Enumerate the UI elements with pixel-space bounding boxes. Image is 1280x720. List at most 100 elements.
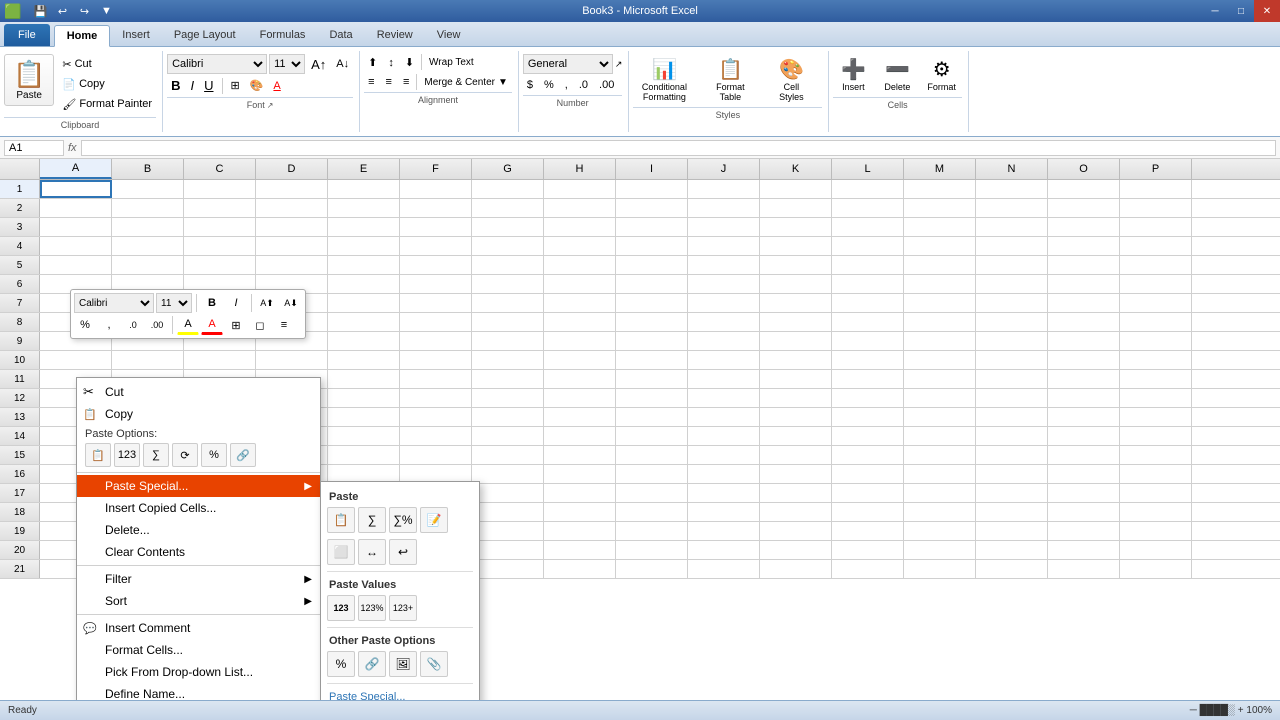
- grid-cell[interactable]: [760, 427, 832, 445]
- mini-align-button[interactable]: ≡: [273, 315, 295, 335]
- context-pick-dropdown[interactable]: Pick From Drop-down List...: [77, 661, 320, 683]
- grid-cell[interactable]: [472, 503, 544, 521]
- grid-cell[interactable]: [256, 199, 328, 217]
- grid-cell[interactable]: [832, 351, 904, 369]
- grid-cell[interactable]: [328, 427, 400, 445]
- grid-cell[interactable]: [1120, 446, 1192, 464]
- grid-cell[interactable]: [1120, 389, 1192, 407]
- grid-cell[interactable]: [1048, 180, 1120, 198]
- paste-opt-5[interactable]: %: [201, 443, 227, 467]
- grid-cell[interactable]: [1048, 389, 1120, 407]
- grid-cell[interactable]: [688, 560, 760, 578]
- grid-cell[interactable]: [400, 199, 472, 217]
- grid-cell[interactable]: [760, 389, 832, 407]
- conditional-formatting-button[interactable]: 📊 Conditional Formatting: [633, 54, 695, 105]
- grid-cell[interactable]: [472, 218, 544, 236]
- grid-cell[interactable]: [1048, 503, 1120, 521]
- grid-cell[interactable]: [976, 465, 1048, 483]
- grid-cell[interactable]: [472, 351, 544, 369]
- col-header-l[interactable]: L: [832, 159, 904, 179]
- grid-cell[interactable]: [904, 351, 976, 369]
- paste-opt-6[interactable]: 🔗: [230, 443, 256, 467]
- grid-cell[interactable]: [1048, 351, 1120, 369]
- decrease-decimal-button[interactable]: .00: [595, 77, 618, 93]
- grid-cell[interactable]: [400, 446, 472, 464]
- tab-view[interactable]: View: [425, 24, 473, 46]
- grid-cell[interactable]: [976, 180, 1048, 198]
- grid-cell[interactable]: [400, 256, 472, 274]
- grid-cell[interactable]: [760, 522, 832, 540]
- grid-cell[interactable]: [400, 294, 472, 312]
- grid-cell[interactable]: [1048, 332, 1120, 350]
- grid-cell[interactable]: [976, 351, 1048, 369]
- accounting-button[interactable]: $: [523, 77, 537, 93]
- row-header-3[interactable]: 3: [0, 218, 40, 236]
- grid-cell[interactable]: [616, 503, 688, 521]
- grid-cell[interactable]: [688, 199, 760, 217]
- paste-val-3[interactable]: 123+: [389, 595, 417, 621]
- cell-styles-button[interactable]: 🎨 Cell Styles: [765, 54, 817, 105]
- grid-cell[interactable]: [616, 427, 688, 445]
- grid-cell[interactable]: [400, 408, 472, 426]
- tab-page-layout[interactable]: Page Layout: [162, 24, 248, 46]
- row-header-5[interactable]: 5: [0, 256, 40, 274]
- grid-cell[interactable]: [976, 446, 1048, 464]
- col-header-f[interactable]: F: [400, 159, 472, 179]
- grid-cell[interactable]: [544, 503, 616, 521]
- grid-cell[interactable]: [184, 218, 256, 236]
- grid-cell[interactable]: [472, 237, 544, 255]
- row-header-12[interactable]: 12: [0, 389, 40, 407]
- grid-cell[interactable]: [976, 199, 1048, 217]
- context-cut[interactable]: ✂ Cut: [77, 381, 320, 403]
- paste-opt-4[interactable]: ⟳: [172, 443, 198, 467]
- percent-button[interactable]: %: [540, 77, 558, 93]
- grid-cell[interactable]: [328, 332, 400, 350]
- grid-cell[interactable]: [904, 275, 976, 293]
- formula-input[interactable]: [81, 140, 1276, 156]
- grid-cell[interactable]: [904, 446, 976, 464]
- grid-cell[interactable]: [472, 313, 544, 331]
- col-header-p[interactable]: P: [1120, 159, 1192, 179]
- context-filter[interactable]: Filter ▶: [77, 568, 320, 590]
- grid-cell[interactable]: [256, 237, 328, 255]
- row-header-9[interactable]: 9: [0, 332, 40, 350]
- paste-opt-3[interactable]: ∑: [143, 443, 169, 467]
- grid-cell[interactable]: [400, 313, 472, 331]
- grid-cell[interactable]: [544, 332, 616, 350]
- grid-cell[interactable]: [832, 313, 904, 331]
- font-size-decrease-button[interactable]: A↓: [332, 56, 353, 72]
- grid-cell[interactable]: [400, 332, 472, 350]
- grid-cell[interactable]: [472, 427, 544, 445]
- grid-cell[interactable]: [1048, 427, 1120, 445]
- grid-cell[interactable]: [256, 256, 328, 274]
- mini-font-color-button[interactable]: A: [201, 315, 223, 335]
- grid-cell[interactable]: [688, 180, 760, 198]
- grid-cell[interactable]: [400, 427, 472, 445]
- grid-cell[interactable]: [760, 484, 832, 502]
- grid-cell[interactable]: [760, 180, 832, 198]
- grid-cell[interactable]: [544, 427, 616, 445]
- grid-cell[interactable]: [904, 294, 976, 312]
- grid-cell[interactable]: [616, 465, 688, 483]
- grid-cell[interactable]: [544, 180, 616, 198]
- close-button[interactable]: ✕: [1254, 0, 1280, 22]
- grid-cell[interactable]: [544, 446, 616, 464]
- grid-cell[interactable]: [832, 446, 904, 464]
- format-as-table-button[interactable]: 📋 Format Table: [699, 54, 761, 105]
- grid-cell[interactable]: [1120, 351, 1192, 369]
- grid-cell[interactable]: [40, 351, 112, 369]
- context-clear-contents[interactable]: Clear Contents: [77, 541, 320, 563]
- paste-val-2[interactable]: 123%: [358, 595, 386, 621]
- grid-cell[interactable]: [1048, 294, 1120, 312]
- paste-submenu-6[interactable]: ↔: [358, 539, 386, 565]
- grid-cell[interactable]: [544, 560, 616, 578]
- mini-bold-button[interactable]: B: [201, 293, 223, 313]
- grid-cell[interactable]: [688, 332, 760, 350]
- grid-cell[interactable]: [1120, 237, 1192, 255]
- grid-cell[interactable]: [976, 332, 1048, 350]
- grid-cell[interactable]: [1120, 465, 1192, 483]
- cut-button[interactable]: ✂ Cut: [58, 56, 156, 73]
- row-header-16[interactable]: 16: [0, 465, 40, 483]
- fill-color-button[interactable]: 🎨: [246, 77, 268, 94]
- grid-cell[interactable]: [760, 294, 832, 312]
